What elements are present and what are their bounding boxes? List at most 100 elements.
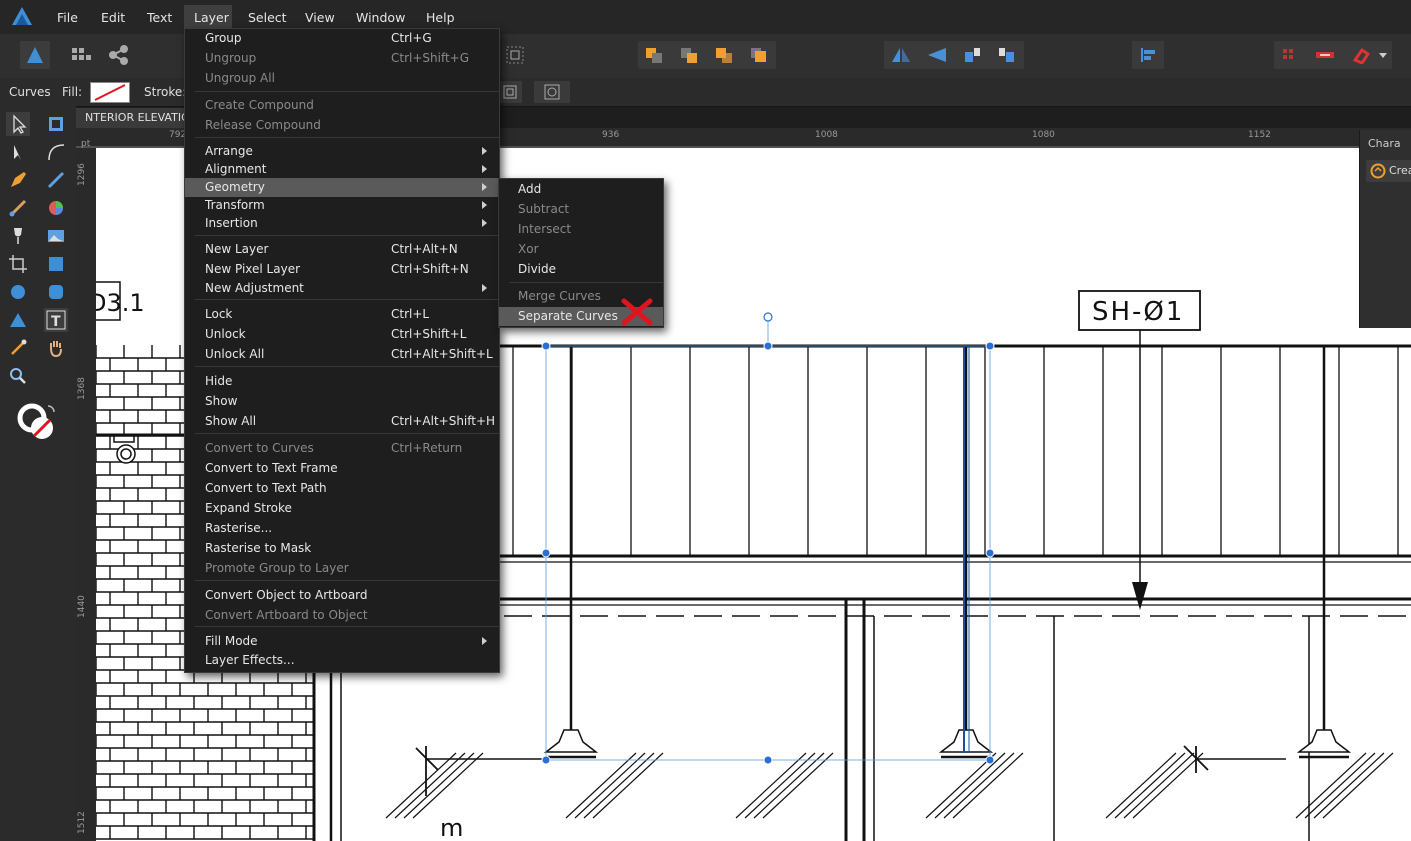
color-picker-tool[interactable] — [6, 336, 30, 360]
rotate-objects-button[interactable] — [534, 81, 570, 103]
geometry-item-subtract[interactable]: Subtract — [499, 200, 663, 219]
geometry-item-divide[interactable]: Divide — [499, 260, 663, 279]
move-back-one-icon[interactable] — [679, 46, 699, 64]
layer-menu-item-promote-group-to-layer[interactable]: Promote Group to Layer — [185, 559, 499, 578]
crop-tool[interactable] — [6, 252, 30, 276]
layer-menu-item-expand-stroke[interactable]: Expand Stroke — [185, 499, 499, 518]
transform-objects-button[interactable] — [498, 81, 522, 103]
selection-handle[interactable] — [541, 755, 551, 765]
vertical-ruler: pt 1296 1368 1440 1512 — [76, 139, 97, 841]
layer-menu-item-show[interactable]: Show — [185, 392, 499, 411]
menu-text[interactable]: Text — [147, 10, 172, 25]
layer-menu-item-new-pixel-layer[interactable]: New Pixel Layer Ctrl+Shift+N — [185, 260, 499, 279]
menu-layer[interactable]: Layer — [194, 10, 229, 25]
create-style-button[interactable]: Crea — [1366, 160, 1411, 182]
rectangle-tool[interactable] — [44, 252, 68, 276]
layer-menu-item-convert-artboard-to-object[interactable]: Convert Artboard to Object — [185, 606, 499, 625]
rotate-left-icon[interactable] — [962, 46, 984, 64]
artboard-tool[interactable] — [44, 112, 68, 136]
pencil-tool[interactable] — [44, 168, 68, 192]
node-tool[interactable] — [6, 140, 30, 164]
designer-persona-button[interactable] — [20, 41, 50, 69]
layer-menu-item-show-all[interactable]: Show All Ctrl+Alt+Shift+H — [185, 412, 499, 431]
selection-handle[interactable] — [541, 341, 551, 351]
fill-stroke-widget[interactable] — [16, 402, 62, 444]
place-image-tool[interactable] — [44, 224, 68, 248]
align-button[interactable] — [1132, 41, 1164, 69]
layer-menu-item-fill-mode[interactable]: Fill Mode — [185, 632, 499, 651]
pixel-persona-button[interactable] — [66, 41, 96, 69]
layer-menu-item-convert-to-curves[interactable]: Convert to Curves Ctrl+Return — [185, 439, 499, 458]
layer-menu-item-ungroup-all[interactable]: Ungroup All — [185, 69, 499, 88]
export-persona-button[interactable] — [104, 41, 134, 69]
layer-menu-item-unlock-all[interactable]: Unlock All Ctrl+Alt+Shift+L — [185, 345, 499, 364]
fill-swatch[interactable] — [90, 82, 130, 103]
menu-view[interactable]: View — [305, 10, 335, 25]
layer-menu-item-hide[interactable]: Hide — [185, 372, 499, 391]
chevron-down-icon[interactable] — [1378, 51, 1388, 59]
affinity-designer-logo-icon[interactable] — [10, 5, 34, 27]
layer-menu-item-transform[interactable]: Transform — [185, 196, 499, 215]
triangle-icon — [10, 313, 26, 327]
move-to-back-icon[interactable] — [644, 46, 664, 64]
rotate-right-icon[interactable] — [996, 46, 1018, 64]
move-tool[interactable] — [6, 112, 30, 136]
pixel-persona-icon — [72, 48, 91, 60]
selection-handle[interactable] — [985, 341, 995, 351]
menu-file[interactable]: File — [57, 10, 78, 25]
ellipse-tool[interactable] — [6, 280, 30, 304]
flip-vertical-icon[interactable] — [926, 46, 948, 64]
geometry-item-intersect[interactable]: Intersect — [499, 220, 663, 239]
menu-help[interactable]: Help — [426, 10, 455, 25]
frame-text-tool[interactable]: T — [44, 308, 68, 332]
rounded-rectangle-tool[interactable] — [44, 280, 68, 304]
layer-menu-item-convert-to-text-frame[interactable]: Convert to Text Frame — [185, 459, 499, 478]
flip-horizontal-icon[interactable] — [890, 46, 912, 64]
move-forward-one-icon[interactable] — [714, 46, 734, 64]
selection-handle[interactable] — [541, 548, 551, 558]
zoom-tool[interactable] — [6, 364, 30, 388]
pen-tool[interactable] — [6, 168, 30, 192]
rotation-handle[interactable] — [763, 312, 773, 322]
layer-menu-item-lock[interactable]: Lock Ctrl+L — [185, 305, 499, 324]
layer-menu-item-new-adjustment[interactable]: New Adjustment — [185, 279, 499, 298]
vector-brush-tool[interactable] — [6, 196, 30, 220]
layer-menu-item-rasterise[interactable]: Rasterise... — [185, 519, 499, 538]
geometry-item-add[interactable]: Add — [499, 180, 663, 199]
menu-window[interactable]: Window — [356, 10, 405, 25]
layer-menu-item-rasterise-to-mask[interactable]: Rasterise to Mask — [185, 539, 499, 558]
layer-menu-item-insertion[interactable]: Insertion — [185, 214, 499, 233]
corner-tool[interactable] — [44, 140, 68, 164]
layer-menu-item-new-layer[interactable]: New Layer Ctrl+Alt+N — [185, 240, 499, 259]
transform-origin-button[interactable] — [500, 41, 530, 69]
selection-handle[interactable] — [763, 755, 773, 765]
selection-handle[interactable] — [763, 341, 773, 351]
move-to-front-icon[interactable] — [749, 46, 769, 64]
ruler-unit: pt — [81, 139, 91, 149]
fill-tool[interactable] — [44, 196, 68, 220]
layer-menu-item-convert-object-to-artboard[interactable]: Convert Object to Artboard — [185, 586, 499, 605]
geometry-item-xor[interactable]: Xor — [499, 240, 663, 259]
document-tab[interactable]: NTERIOR ELEVATION — [76, 108, 195, 128]
layer-menu-item-ungroup[interactable]: Ungroup Ctrl+Shift+G — [185, 49, 499, 68]
transparency-tool[interactable] — [6, 224, 30, 248]
layer-menu-item-convert-to-text-path[interactable]: Convert to Text Path — [185, 479, 499, 498]
view-tool[interactable] — [44, 336, 68, 360]
menu-edit[interactable]: Edit — [101, 10, 125, 25]
triangle-tool[interactable] — [6, 308, 30, 332]
layer-menu-item-geometry[interactable]: Geometry — [185, 178, 499, 197]
selection-handle[interactable] — [985, 755, 995, 765]
layer-menu-item-group[interactable]: Group Ctrl+G — [185, 29, 499, 48]
snap-to-pixel-icon[interactable] — [1314, 46, 1336, 64]
snapping-magnet-icon[interactable] — [1350, 46, 1372, 64]
layer-menu-item-arrange[interactable]: Arrange — [185, 142, 499, 161]
selection-handle[interactable] — [985, 548, 995, 558]
layer-menu-item-release-compound[interactable]: Release Compound — [185, 116, 499, 135]
menu-select[interactable]: Select — [248, 10, 287, 25]
panel-tab-character[interactable]: Chara — [1368, 137, 1401, 150]
layer-menu-item-layer-effects[interactable]: Layer Effects... — [185, 651, 499, 670]
layer-menu-item-alignment[interactable]: Alignment — [185, 160, 499, 179]
grid-icon[interactable] — [1280, 46, 1300, 64]
layer-menu-item-unlock[interactable]: Unlock Ctrl+Shift+L — [185, 325, 499, 344]
layer-menu-item-create-compound[interactable]: Create Compound — [185, 96, 499, 115]
